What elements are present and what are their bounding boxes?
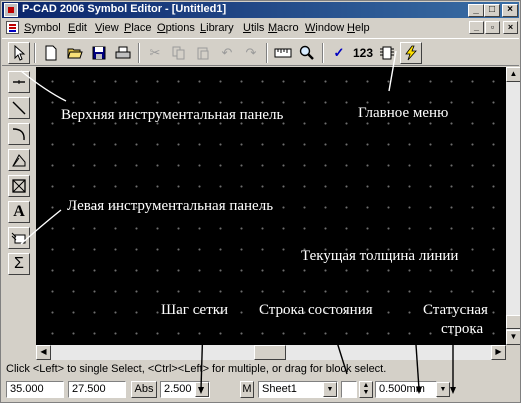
annotation-line-width: Текущая толщина линии	[301, 248, 459, 264]
left-toolbar-arrow	[20, 209, 62, 245]
top-toolbar-arrow	[20, 70, 67, 102]
annotation-left-toolbar: Левая инструментальная панель	[67, 198, 274, 214]
annotation-status-bar-2: строка	[441, 321, 484, 337]
main-menu-arrow	[388, 50, 397, 92]
line-width-arrow	[410, 270, 420, 390]
annotation-status-line: Строка состояния	[259, 302, 373, 318]
annotation-status-bar-1: Статусная	[423, 302, 488, 318]
annotation-top-toolbar: Верхняя инструментальная панель	[61, 107, 284, 123]
status-line-arrow	[330, 322, 348, 375]
symbol-editor-window: P-CAD 2006 Symbol Editor - [Untitled1] _…	[0, 0, 521, 403]
grid-step-arrow	[200, 322, 204, 390]
annotation-grid-step: Шаг сетки	[161, 302, 229, 318]
annotation-main-menu: Главное меню	[358, 105, 449, 121]
